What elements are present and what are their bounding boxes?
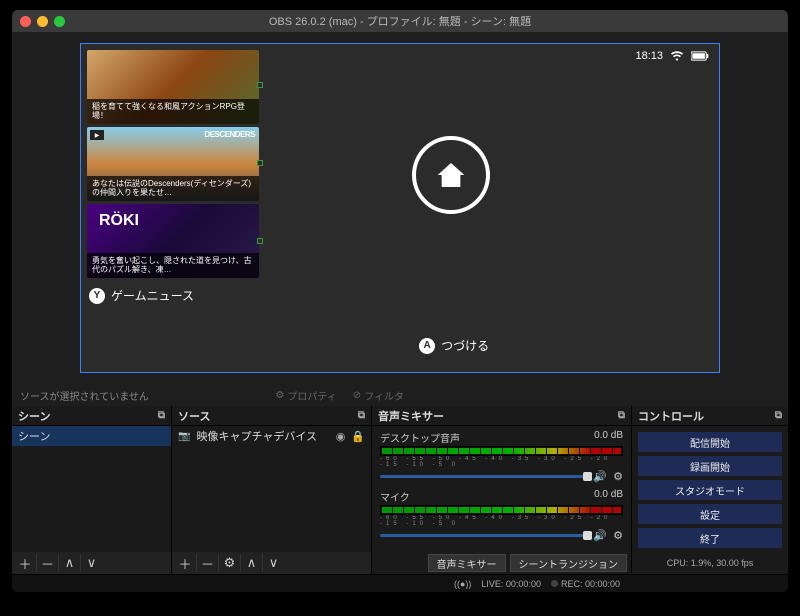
settings-button[interactable]: ⚙ <box>218 554 240 572</box>
sources-toolbar: ＋ － ⚙ ∧ ∨ <box>172 552 371 574</box>
dock-tab-row: 音声ミキサー シーントランジション <box>372 552 631 574</box>
window-title: OBS 26.0.2 (mac) - プロファイル: 無題 - シーン: 無題 <box>12 13 788 29</box>
controls-panel: コントロール ⧉ 配信開始 録画開始 スタジオモード 設定 終了 CPU: 1.… <box>632 406 788 574</box>
channel-db: 0.0 dB <box>594 430 623 445</box>
live-status: LIVE: 00:00:00 <box>481 579 541 589</box>
device-statusbar: 18:13 <box>635 50 709 62</box>
source-item[interactable]: 📷 映像キャプチャデバイス ◉ 🔒 <box>172 426 371 446</box>
move-up-button[interactable]: ∧ <box>240 554 262 572</box>
play-icon: ▶ <box>90 130 104 140</box>
news-caption: 勇気を奮い起こし、隠された道を見つけ、古代のパズル解き、凍… <box>87 253 259 278</box>
rec-status: REC: 00:00:00 <box>551 579 620 589</box>
controls-header[interactable]: コントロール ⧉ <box>632 406 788 426</box>
titlebar[interactable]: OBS 26.0.2 (mac) - プロファイル: 無題 - シーン: 無題 <box>12 10 788 32</box>
channel-name: デスクトップ音声 <box>380 430 460 445</box>
resize-handle-icon[interactable] <box>257 160 263 166</box>
lock-icon[interactable]: 🔒 <box>351 430 365 443</box>
properties-button[interactable]: ⚙ プロパティ <box>275 388 336 403</box>
mixer-header[interactable]: 音声ミキサー ⧉ <box>372 406 631 426</box>
news-card[interactable]: RÖKI 勇気を奮い起こし、隠された道を見つけ、古代のパズル解き、凍… <box>87 204 259 278</box>
news-card[interactable]: ▶ DESCENDERS あなたは伝説のDescenders(ディセンダーズ)の… <box>87 127 259 201</box>
rec-led-icon <box>551 580 558 587</box>
mixer-channel: デスクトップ音声 0.0 dB -60 -55 -50 -45 -40 -35 -… <box>372 426 631 485</box>
mixer-panel: 音声ミキサー ⧉ デスクトップ音声 0.0 dB -60 -55 -50 -45 … <box>372 406 632 574</box>
camera-icon: 📷 <box>178 431 190 442</box>
scenes-toolbar: ＋ － ∧ ∨ <box>12 552 171 574</box>
news-caption: 稲を育てて強くなる和風アクションRPG登場！ <box>87 99 259 124</box>
battery-icon <box>691 51 709 61</box>
speaker-icon[interactable]: 🔊 <box>593 470 607 483</box>
vu-meter <box>380 505 623 515</box>
news-logo: RÖKI <box>99 212 139 230</box>
popout-icon[interactable]: ⧉ <box>358 410 365 421</box>
a-button-icon: A <box>419 338 435 354</box>
game-news-label: ゲームニュース <box>111 287 194 304</box>
filter-icon: ⊘ <box>353 390 361 401</box>
gear-icon[interactable]: ⚙ <box>613 470 623 483</box>
source-label: 映像キャプチャデバイス <box>196 428 317 444</box>
sources-header[interactable]: ソース ⧉ <box>172 406 371 426</box>
remove-button[interactable]: － <box>36 554 58 572</box>
resize-handle-icon[interactable] <box>257 82 263 88</box>
news-caption: あなたは伝説のDescenders(ディセンダーズ)の仲間入りを果たせ… <box>87 176 259 201</box>
remove-button[interactable]: － <box>196 554 218 572</box>
wifi-icon <box>671 51 683 61</box>
broadcast-status: ((●)) <box>454 579 471 589</box>
popout-icon[interactable]: ⧉ <box>158 410 165 421</box>
mixer-channel: マイク 0.0 dB -60 -55 -50 -45 -40 -35 -30 -2… <box>372 485 631 544</box>
filters-button[interactable]: ⊘ フィルタ <box>353 388 404 403</box>
volume-slider[interactable] <box>380 475 587 478</box>
game-news-heading: Y ゲームニュース <box>89 287 259 304</box>
settings-button[interactable]: 設定 <box>638 504 782 524</box>
channel-db: 0.0 dB <box>594 489 623 504</box>
app-window: OBS 26.0.2 (mac) - プロファイル: 無題 - シーン: 無題 … <box>12 10 788 592</box>
continue-label: つづける <box>441 337 489 354</box>
game-news-list: 稲を育てて強くなる和風アクションRPG登場！ ▶ DESCENDERS あなたは… <box>87 50 259 304</box>
channel-name: マイク <box>380 489 410 504</box>
start-stream-button[interactable]: 配信開始 <box>638 432 782 452</box>
clock-label: 18:13 <box>635 50 663 62</box>
scenes-header[interactable]: シーン ⧉ <box>12 406 171 426</box>
volume-slider[interactable] <box>380 534 587 537</box>
dock-tab-transition[interactable]: シーントランジション <box>510 554 628 572</box>
move-down-button[interactable]: ∨ <box>262 554 284 572</box>
studio-mode-button[interactable]: スタジオモード <box>638 480 782 500</box>
move-up-button[interactable]: ∧ <box>58 554 80 572</box>
move-down-button[interactable]: ∨ <box>80 554 102 572</box>
preview-canvas[interactable]: 18:13 稲を育てて強くなる和風アクションRPG登場！ ▶ DESCENDER… <box>80 43 720 373</box>
popout-icon[interactable]: ⧉ <box>618 410 625 421</box>
add-button[interactable]: ＋ <box>174 554 196 572</box>
speaker-icon[interactable]: 🔊 <box>593 529 607 542</box>
sources-panel: ソース ⧉ 📷 映像キャプチャデバイス ◉ 🔒 ＋ － ⚙ ∧ ∨ <box>172 406 372 574</box>
scenes-panel: シーン ⧉ シーン ＋ － ∧ ∨ <box>12 406 172 574</box>
scene-item[interactable]: シーン <box>12 426 171 446</box>
preview-area[interactable]: 18:13 稲を育てて強くなる和風アクションRPG登場！ ▶ DESCENDER… <box>12 32 788 384</box>
meter-ticks: -60 -55 -50 -45 -40 -35 -30 -25 -20 -15 … <box>380 515 623 527</box>
popout-icon[interactable]: ⧉ <box>775 410 782 421</box>
source-info-row: ソースが選択されていません ⚙ プロパティ ⊘ フィルタ <box>12 384 788 406</box>
dock-tab-mixer[interactable]: 音声ミキサー <box>428 554 506 572</box>
news-logo: DESCENDERS <box>204 130 255 139</box>
vu-meter <box>380 446 623 456</box>
home-button[interactable] <box>412 136 490 214</box>
exit-button[interactable]: 終了 <box>638 528 782 548</box>
status-bar: ((●)) LIVE: 00:00:00 REC: 00:00:00 <box>12 574 788 592</box>
start-record-button[interactable]: 録画開始 <box>638 456 782 476</box>
meter-ticks: -60 -55 -50 -45 -40 -35 -30 -25 -20 -15 … <box>380 456 623 468</box>
news-card[interactable]: 稲を育てて強くなる和風アクションRPG登場！ <box>87 50 259 124</box>
home-icon <box>435 159 467 191</box>
visibility-icon[interactable]: ◉ <box>336 430 346 443</box>
resize-handle-icon[interactable] <box>257 238 263 244</box>
continue-row: A つづける <box>419 337 489 354</box>
gear-icon[interactable]: ⚙ <box>613 529 623 542</box>
cpu-status: CPU: 1.9%, 30.00 fps <box>632 552 788 574</box>
docks-row: シーン ⧉ シーン ＋ － ∧ ∨ ソース ⧉ � <box>12 406 788 574</box>
scene-label: シーン <box>18 428 50 444</box>
add-button[interactable]: ＋ <box>14 554 36 572</box>
gear-icon: ⚙ <box>275 390 284 401</box>
no-selection-label: ソースが選択されていません <box>20 388 149 403</box>
broadcast-icon: ((●)) <box>454 579 471 589</box>
y-button-icon: Y <box>89 288 105 304</box>
